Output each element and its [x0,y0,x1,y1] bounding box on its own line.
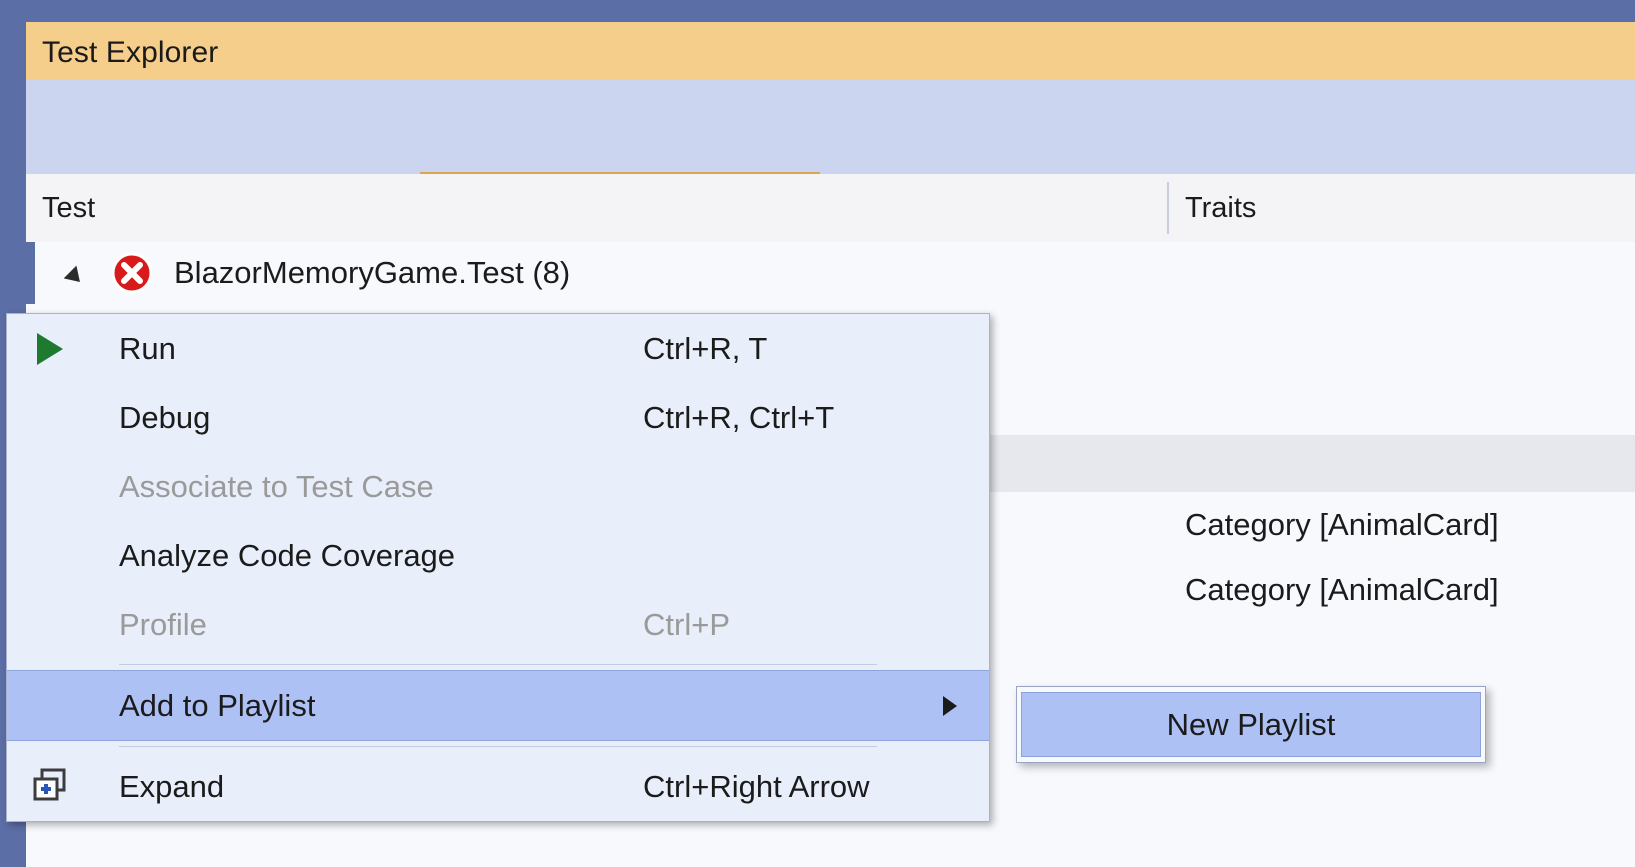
menu-associate-to-test-case: Associate to Test Case [7,452,989,521]
chevron-expanded-icon[interactable] [63,265,87,289]
menu-analyze-label: Analyze Code Coverage [119,537,456,573]
menu-run-shortcut: Ctrl+R, T [643,330,768,366]
submenu-arrow-icon [943,695,957,716]
menu-debug[interactable]: Debug Ctrl+R, Ctrl+T [7,383,989,452]
menu-expand-shortcut: Ctrl+Right Arrow [643,768,870,804]
menu-debug-label: Debug [119,399,211,435]
run-icon [37,332,63,365]
table-row[interactable]: BlazorMemoryGame.Test (8) [26,242,1635,304]
column-divider[interactable] [1167,182,1169,234]
trait-value-1: Category [AnimalCard] [1185,507,1499,542]
menu-add-to-playlist-label: Add to Playlist [119,687,316,723]
menu-expand[interactable]: Expand Ctrl+Right Arrow [7,752,989,821]
row-label: BlazorMemoryGame.Test (8) [174,255,571,290]
menu-expand-icon-gutter [7,752,93,821]
trait-value-2: Category [AnimalCard] [1185,572,1499,607]
context-menu: Run Ctrl+R, T Debug Ctrl+R, Ctrl+T Assoc… [6,313,990,822]
add-to-playlist-submenu: New Playlist [1016,686,1486,763]
window-frame-top [0,0,1635,22]
column-header-traits[interactable]: Traits [1185,192,1256,225]
row-selection-indicator [26,242,35,304]
toolbar: 9 6 2 [26,80,1635,242]
grid-column-header: Test Traits [26,174,1635,244]
menu-run-icon-gutter [7,314,93,383]
submenu-new-playlist-label: New Playlist [1166,706,1336,742]
windows-stack-expand-icon [33,768,66,800]
menu-add-to-playlist[interactable]: Add to Playlist [7,670,989,741]
menu-separator-1 [119,664,877,665]
menu-profile: Profile Ctrl+P [7,590,989,659]
menu-profile-shortcut: Ctrl+P [643,606,730,642]
page-title: Test Explorer [42,36,219,69]
menu-analyze-code-coverage[interactable]: Analyze Code Coverage [7,521,989,590]
column-header-test[interactable]: Test [42,192,95,225]
menu-run-label: Run [119,330,176,366]
menu-separator-2 [119,746,877,747]
menu-associate-label: Associate to Test Case [119,468,434,504]
tool-window-titlebar[interactable]: Test Explorer [26,22,1635,80]
submenu-new-playlist[interactable]: New Playlist [1021,692,1481,757]
menu-debug-shortcut: Ctrl+R, Ctrl+T [643,399,835,435]
test-explorer-window: Test Explorer Test Traits Category [Anim… [0,0,1635,867]
menu-profile-label: Profile [119,606,207,642]
failed-x-icon [111,252,153,294]
menu-run[interactable]: Run Ctrl+R, T [7,314,989,383]
menu-expand-label: Expand [119,768,225,804]
